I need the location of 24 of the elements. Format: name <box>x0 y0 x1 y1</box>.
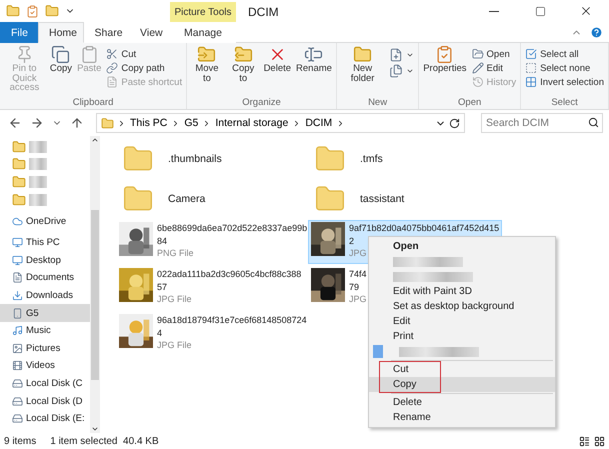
item-count: 9 items <box>4 436 36 446</box>
file-name: 6be88699da6ea702d522e8337ae99b <box>157 222 308 234</box>
group-label: Clipboard <box>72 97 114 109</box>
file-name: 57 <box>157 280 168 293</box>
window-title: DCIM <box>247 4 280 21</box>
group-label: New <box>367 97 388 109</box>
contextual-tab-group: Picture Tools <box>170 2 236 22</box>
group-label: Organize <box>241 97 282 109</box>
file-name: 79 <box>349 280 360 293</box>
file-name: 96a18d18794f31e7ce6f68148508724 <box>157 314 307 326</box>
file-name: 74f4 <box>349 268 367 280</box>
group-label: Open <box>457 97 482 109</box>
file-type: JPG <box>349 293 367 306</box>
file-name: 022ada111ba2d3c9605c4bcf88c388 <box>157 268 302 280</box>
file-type: JPG <box>349 247 367 260</box>
file-name: 9af71b82d0a4075bb0461af7452d415 <box>349 222 500 234</box>
file-type: JPG File <box>157 339 192 352</box>
file-name: 84 <box>157 234 168 247</box>
file-name: 4 <box>157 326 162 339</box>
group-label: Select <box>550 97 579 109</box>
file-name: 2 <box>349 234 354 247</box>
selection-info: 1 item selected 40.4 KB <box>50 436 159 446</box>
file-type: JPG File <box>157 293 192 306</box>
file-type: PNG File <box>157 247 194 260</box>
